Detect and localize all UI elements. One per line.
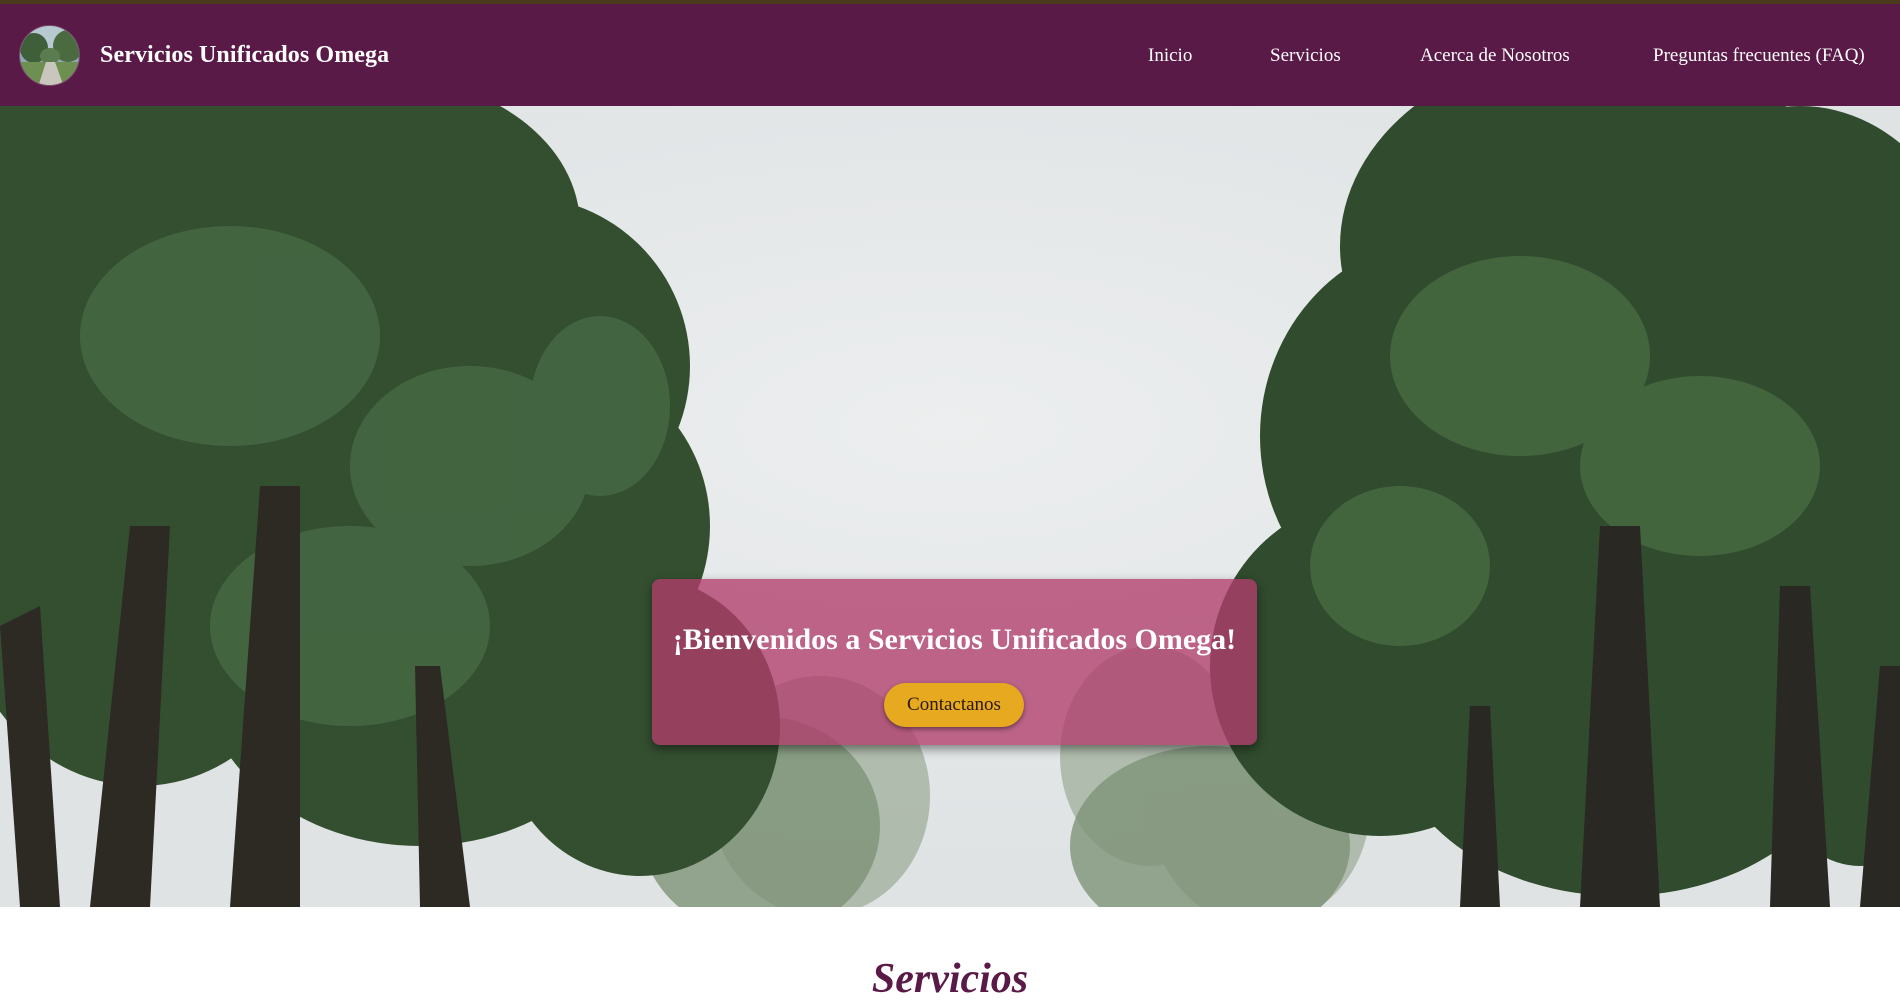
welcome-overlay: ¡Bienvenidos a Servicios Unificados Omeg… [652,579,1257,745]
navbar: Servicios Unificados Omega Inicio Servic… [0,4,1900,106]
welcome-title: ¡Bienvenidos a Servicios Unificados Omeg… [672,623,1237,656]
nav-acerca[interactable]: Acerca de Nosotros [1420,45,1570,67]
nav-faq[interactable]: Preguntas frecuentes (FAQ) [1653,45,1865,67]
contact-button[interactable]: Contactanos [884,683,1024,727]
section-title-servicios: Servicios [871,956,1029,1002]
nav-servicios[interactable]: Servicios [1270,45,1341,67]
brand-name[interactable]: Servicios Unificados Omega [100,42,389,69]
hero-background-image [0,106,1900,907]
logo-image[interactable] [19,25,80,86]
nav-inicio[interactable]: Inicio [1148,45,1192,67]
hero-carousel: ¡Bienvenidos a Servicios Unificados Omeg… [0,106,1900,907]
